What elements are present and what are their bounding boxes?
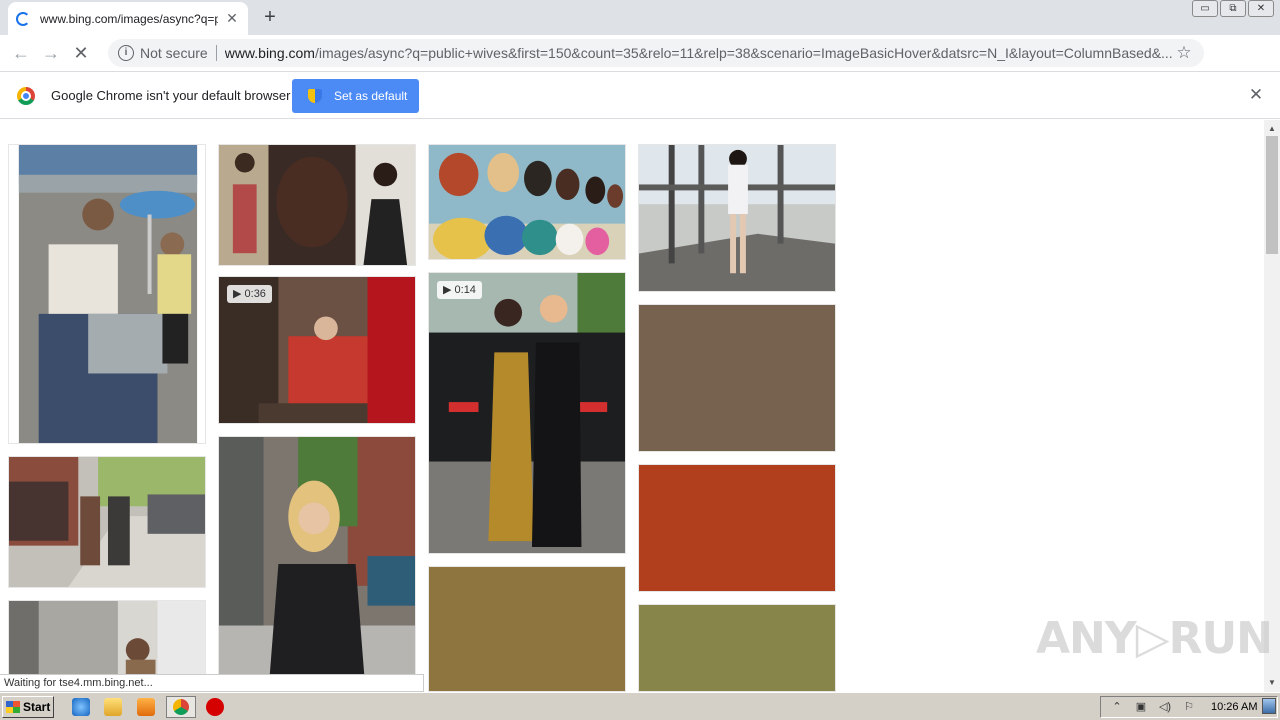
tile-video-office-red[interactable]: ▶ 0:36 [218, 276, 416, 424]
chrome-logo-icon [17, 87, 35, 105]
uac-shield-icon [308, 89, 322, 103]
anyrun-watermark-logo: ANY▷RUN [1036, 613, 1273, 664]
start-label: Start [23, 700, 51, 714]
tile-blonde-leather-jacket[interactable] [218, 436, 416, 692]
infobar-close-icon[interactable]: ✕ [1246, 85, 1266, 105]
chrome-icon [173, 699, 189, 715]
tab-strip: www.bing.com/images/async?q=public+wives… [0, 0, 1280, 35]
forward-arrow-icon[interactable]: → [36, 38, 66, 68]
url-host: www.bing.com [224, 45, 315, 61]
url-text[interactable]: www.bing.com/images/async?q=public+wives… [225, 45, 1174, 61]
close-window-button[interactable]: ✕ [1248, 0, 1274, 17]
tile-placeholder-brown[interactable] [638, 304, 836, 452]
minimize-button[interactable]: ▭ [1192, 0, 1218, 17]
video-duration-badge: ▶ 0:14 [437, 281, 482, 299]
volume-icon[interactable]: ◁) [1157, 700, 1173, 714]
browser-toolbar: ← → ✕ i Not secure www.bing.com/images/a… [0, 35, 1280, 98]
new-tab-button[interactable]: + [258, 6, 282, 30]
tile-placeholder-rust[interactable] [638, 464, 836, 592]
tile-women-walking-sidewalk[interactable] [8, 456, 206, 588]
video-duration: 0:14 [454, 284, 476, 296]
opera-icon[interactable] [206, 698, 224, 716]
restore-button[interactable]: ⧉ [1220, 0, 1246, 17]
action-center-flag-icon[interactable]: ⚐ [1181, 700, 1197, 714]
internet-explorer-icon[interactable] [72, 698, 90, 716]
tile-woman-bridge[interactable] [638, 144, 836, 292]
video-duration-badge: ▶ 0:36 [227, 285, 272, 303]
page-scrollbar[interactable]: ▲ ▼ [1264, 120, 1280, 692]
scroll-down-arrow-icon[interactable]: ▼ [1264, 676, 1280, 690]
set-as-default-button[interactable]: Set as default [292, 79, 419, 113]
scroll-up-arrow-icon[interactable]: ▲ [1264, 122, 1280, 136]
windows-flag-icon [6, 701, 20, 713]
tile-women-lineup-illustration[interactable] [428, 144, 626, 260]
window-controls: ▭ ⧉ ✕ [1192, 0, 1274, 17]
tray-expand-icon[interactable]: ⌃ [1109, 700, 1125, 714]
default-browser-infobar: Google Chrome isn't your default browser… [0, 71, 1280, 119]
stop-loading-icon[interactable]: ✕ [66, 38, 96, 68]
tile-placeholder-green[interactable] [638, 604, 836, 692]
url-path: /images/async?q=public+wives&first=150&c… [314, 45, 1173, 61]
omnibox-divider [215, 45, 217, 61]
loading-status-bubble: Waiting for tse4.mm.bing.net... [0, 674, 424, 692]
tab-title: www.bing.com/images/async?q=public+wives… [40, 11, 218, 26]
media-player-icon[interactable] [137, 698, 155, 716]
start-button[interactable]: Start [2, 696, 54, 718]
scrollbar-thumb[interactable] [1266, 136, 1278, 254]
show-desktop-icon[interactable] [1262, 698, 1276, 714]
tile-men-street-scene[interactable] [8, 144, 206, 444]
clock[interactable]: 10:26 AM [1211, 701, 1257, 713]
infobar-message: Google Chrome isn't your default browser [51, 88, 291, 103]
address-bar[interactable]: i Not secure www.bing.com/images/async?q… [108, 39, 1204, 67]
system-tray: ⌃ ▣ ◁) ⚐ 10:26 AM [1100, 696, 1278, 718]
windows-taskbar: Start ⌃ ▣ ◁) ⚐ 10:26 AM [0, 692, 1280, 720]
video-duration: 0:36 [244, 288, 266, 300]
browser-tab[interactable]: www.bing.com/images/async?q=public+wives… [8, 2, 248, 35]
chrome-taskbar-button[interactable] [166, 696, 196, 718]
tile-video-couple-car[interactable]: ▶ 0:14 [428, 272, 626, 554]
security-label[interactable]: Not secure [140, 45, 208, 61]
tab-close-icon[interactable]: ✕ [224, 10, 240, 27]
loading-spinner-icon [16, 11, 30, 26]
bookmark-star-icon[interactable]: ☆ [1174, 43, 1194, 63]
network-icon[interactable]: ▣ [1133, 700, 1149, 714]
tile-three-people-collage[interactable] [218, 144, 416, 266]
info-icon[interactable]: i [118, 45, 134, 61]
set-as-default-label: Set as default [334, 89, 408, 103]
back-arrow-icon[interactable]: ← [6, 38, 36, 68]
tile-placeholder-olive[interactable] [428, 566, 626, 692]
folder-icon[interactable] [104, 698, 122, 716]
